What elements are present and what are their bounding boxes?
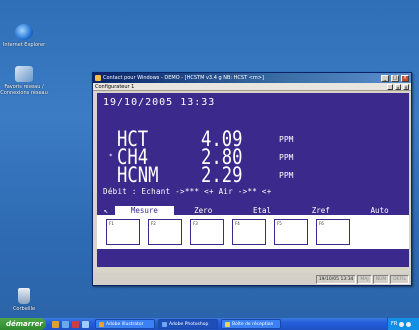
- statusbar-scroll: DEFIL: [390, 274, 409, 284]
- task-label: Adobe Illustrator: [106, 321, 144, 327]
- fkey-label: F6: [319, 221, 324, 226]
- task-label: Adobe Photoshop: [169, 321, 209, 327]
- desktop-icon-label: Internet Explorer: [2, 42, 46, 48]
- child-restore-button[interactable]: ▫: [395, 83, 401, 90]
- tray-language[interactable]: FR: [391, 321, 397, 327]
- child-close-button[interactable]: ×: [403, 83, 409, 90]
- f3-button[interactable]: F3: [190, 219, 224, 245]
- statusbar-num: NUM: [372, 274, 390, 284]
- f1-button[interactable]: F1: [106, 219, 140, 245]
- internet-explorer-icon: [15, 24, 33, 40]
- taskbar-item-inbox[interactable]: Boîte de réception: [221, 319, 281, 329]
- outlook-icon: [225, 321, 230, 327]
- network-icon: [15, 66, 33, 82]
- fkey-label: F4: [235, 221, 240, 226]
- internet-explorer-desktop-icon[interactable]: Internet Explorer: [0, 24, 48, 48]
- tray-volume-icon[interactable]: [406, 321, 412, 327]
- statusbar-caps: MAJ: [357, 274, 372, 284]
- softkey-zref[interactable]: Zref: [291, 206, 350, 215]
- measure-name: HCNM: [117, 163, 159, 187]
- child-window-titlebar[interactable]: Configurateur 1 _ ▫ ×: [93, 83, 411, 91]
- softkey-etal[interactable]: Etal: [233, 206, 292, 215]
- softkey-label-strip: ↖ Mesure Zero Etal Zref Auto: [97, 205, 409, 215]
- f6-button[interactable]: F6: [316, 219, 350, 245]
- app-icon: [95, 75, 101, 81]
- taskbar-item-illustrator[interactable]: Adobe Illustrator: [95, 319, 155, 329]
- child-window-title: Configurateur 1: [95, 83, 135, 90]
- softkey-mesure[interactable]: Mesure: [115, 205, 174, 215]
- quicklaunch-folder-icon[interactable]: [52, 320, 59, 328]
- window-title: Contact pour Windows - DEMO - [HCSTM v3.…: [103, 75, 264, 81]
- quicklaunch-app-icon[interactable]: [72, 320, 79, 328]
- desktop-icon-label: Corbeille: [12, 306, 36, 312]
- taskbar: démarrer Adobe Illustrator Adobe Photosh…: [0, 318, 419, 330]
- measure-unit: PPM: [279, 135, 294, 144]
- window-titlebar[interactable]: Contact pour Windows - DEMO - [HCSTM v3.…: [93, 73, 411, 83]
- f5-button[interactable]: F5: [274, 219, 308, 245]
- softkey-zero[interactable]: Zero: [174, 206, 233, 215]
- instrument-display: 19/10/2005 13:33 HCT 4.09 PPM * CH4 2.80…: [97, 93, 409, 205]
- taskbar-item-photoshop[interactable]: Adobe Photoshop: [158, 319, 218, 329]
- tray-network-icon[interactable]: [399, 321, 405, 327]
- recycle-bin-icon: [18, 288, 30, 304]
- fkey-label: F1: [109, 221, 114, 226]
- selection-marker: *: [109, 153, 113, 160]
- softkey-auto[interactable]: Auto: [350, 206, 409, 215]
- close-button[interactable]: ×: [401, 74, 409, 82]
- fkey-label: F2: [151, 221, 156, 226]
- softkey-back[interactable]: ↖: [97, 206, 115, 215]
- display-datetime: 19/10/2005 13:33: [103, 97, 216, 108]
- maximize-button[interactable]: □: [391, 74, 399, 82]
- task-label: Boîte de réception: [232, 321, 274, 327]
- fkey-label: F5: [277, 221, 282, 226]
- measure-unit: PPM: [279, 171, 294, 180]
- f2-button[interactable]: F2: [148, 219, 182, 245]
- flow-status-line: Débit : Echant ->*** <+ Air ->** <+: [103, 187, 272, 196]
- statusbar-datetime: 19/10/05 13:34: [315, 274, 357, 284]
- window-statusbar: 19/10/05 13:34 MAJ NUM DEFIL: [93, 273, 411, 285]
- fkey-label: F3: [193, 221, 198, 226]
- recycle-bin-desktop-icon[interactable]: Corbeille: [0, 288, 48, 312]
- measure-row-hcnm[interactable]: HCNM 2.29 PPM: [97, 163, 409, 187]
- quick-launch: [52, 320, 89, 328]
- application-window: Contact pour Windows - DEMO - [HCSTM v3.…: [92, 72, 412, 286]
- quicklaunch-desktop-icon[interactable]: [82, 320, 89, 328]
- measure-unit: PPM: [279, 153, 294, 162]
- measure-value: 2.29: [201, 163, 243, 187]
- start-button[interactable]: démarrer: [0, 318, 46, 330]
- illustrator-icon: [99, 321, 104, 327]
- f4-button[interactable]: F4: [232, 219, 266, 245]
- quicklaunch-ie-icon[interactable]: [62, 320, 69, 328]
- network-desktop-icon[interactable]: Favoris réseau / Connexions réseau: [0, 66, 48, 96]
- desktop-icon-label: Favoris réseau / Connexions réseau: [0, 84, 48, 96]
- system-tray: FR: [387, 318, 419, 330]
- display-lower-band: [97, 249, 409, 267]
- child-minimize-button[interactable]: _: [387, 83, 393, 90]
- photoshop-icon: [162, 321, 167, 327]
- function-key-panel: F1 F2 F3 F4 F5 F6: [97, 215, 409, 249]
- minimize-button[interactable]: _: [381, 74, 389, 82]
